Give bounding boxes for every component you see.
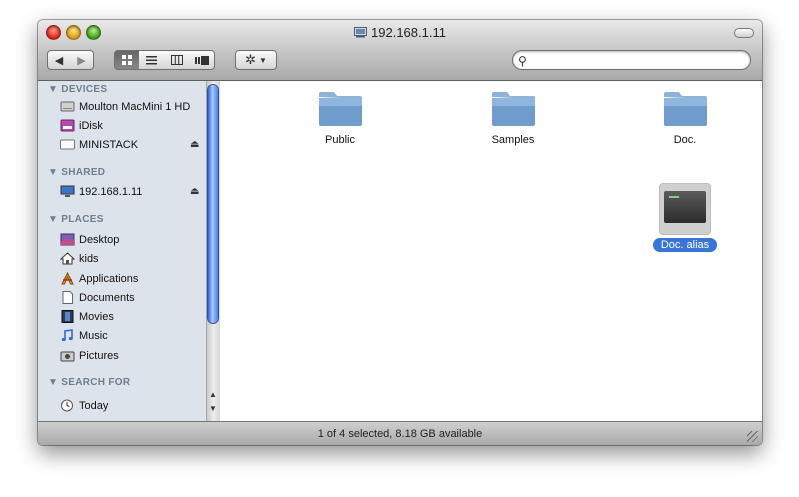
icon-view-icon	[122, 55, 132, 65]
eject-icon[interactable]: ⏏	[190, 186, 199, 197]
sidebar-item-moulton-macmini-hd[interactable]: Moulton MacMini 1 HD	[60, 98, 190, 115]
film-icon	[61, 310, 74, 323]
sidebar-item-desktop[interactable]: Desktop	[60, 231, 119, 248]
file-label: Doc.	[673, 134, 697, 146]
clock-icon	[61, 399, 73, 412]
back-button[interactable]: ◀	[47, 50, 71, 70]
list-view-button[interactable]	[139, 50, 165, 70]
gear-icon: ✲	[245, 52, 256, 67]
sidebar-item-pictures[interactable]: Pictures	[60, 347, 119, 364]
file-item-public[interactable]: Public	[285, 91, 395, 148]
toolbar-toggle-button[interactable]	[734, 28, 754, 38]
forward-arrow-icon: ▶	[77, 54, 86, 67]
toolbar: 192.168.1.11 ◀ ▶ ✲ ▼ ⚲	[38, 20, 762, 81]
document-icon	[62, 291, 73, 304]
folder-icon	[491, 92, 535, 126]
file-browser: Public Samples Doc. Doc. alias	[220, 81, 762, 421]
disclosure-triangle-icon: ▼	[48, 214, 59, 225]
back-arrow-icon: ◀	[54, 54, 64, 67]
disclosure-triangle-icon: ▼	[48, 377, 59, 388]
disclosure-triangle-icon: ▼	[48, 167, 59, 178]
scroll-down-arrow[interactable]: ▼	[208, 404, 218, 416]
sidebar-item-applications[interactable]: Applications	[60, 270, 138, 287]
folder-icon	[318, 92, 362, 126]
column-view-button[interactable]	[164, 50, 190, 70]
file-item-doc-alias[interactable]: Doc. alias	[642, 183, 728, 253]
window-title: 192.168.1.11	[38, 25, 762, 40]
chevron-down-icon: ▼	[258, 55, 267, 65]
search-icon: ⚲	[518, 54, 527, 68]
sidebar-item-documents[interactable]: Documents	[60, 289, 135, 306]
search-input[interactable]	[533, 52, 749, 69]
sidebar-section-search-for[interactable]: ▼ SEARCH FOR	[48, 377, 130, 388]
scroll-up-arrow[interactable]: ▲	[208, 390, 218, 402]
hard-disk-icon	[60, 101, 75, 112]
search-field[interactable]: ⚲	[512, 50, 751, 70]
forward-button[interactable]: ▶	[70, 50, 94, 70]
folder-icon	[663, 92, 707, 126]
file-label: Samples	[491, 134, 535, 146]
network-drive-icon	[354, 27, 368, 38]
file-item-doc[interactable]: Doc.	[630, 91, 740, 148]
terminal-alias-icon	[659, 183, 711, 235]
eject-icon[interactable]: ⏏	[190, 139, 199, 150]
disclosure-triangle-icon: ▼	[48, 84, 59, 95]
network-computer-icon	[60, 185, 75, 197]
sidebar-item-ministack[interactable]: MINISTACK	[60, 136, 138, 153]
status-bar: 1 of 4 selected, 8.18 GB available	[38, 421, 762, 445]
file-label-selected: Doc. alias	[652, 238, 718, 252]
sidebar-section-places[interactable]: ▼ PLACES	[48, 214, 104, 225]
idisk-icon	[60, 119, 75, 132]
desktop-icon	[60, 233, 75, 246]
applications-icon	[61, 272, 74, 285]
sidebar-scroll-thumb[interactable]	[208, 85, 218, 323]
list-view-icon	[146, 55, 157, 64]
camera-icon	[60, 351, 75, 362]
sidebar-item-music[interactable]: Music	[60, 327, 108, 344]
window-title-text: 192.168.1.11	[371, 25, 446, 40]
sidebar-section-shared[interactable]: ▼ SHARED	[48, 167, 105, 178]
icon-view-button[interactable]	[114, 50, 140, 70]
finder-window: 192.168.1.11 ◀ ▶ ✲ ▼ ⚲ ▼ DEVICES Moulton…	[38, 20, 762, 445]
sidebar-section-devices[interactable]: ▼ DEVICES	[48, 84, 107, 95]
file-label: Public	[325, 134, 355, 146]
resize-grip-icon[interactable]	[747, 431, 758, 442]
coverflow-view-icon	[194, 55, 209, 65]
terminal-screen	[664, 191, 706, 223]
sidebar: ▼ DEVICES Moulton MacMini 1 HD iDisk MIN…	[38, 81, 220, 421]
sidebar-item-movies[interactable]: Movies	[60, 308, 114, 325]
music-note-icon	[61, 329, 73, 342]
external-drive-icon	[60, 139, 75, 150]
file-item-samples[interactable]: Samples	[458, 91, 568, 148]
sidebar-item-kids[interactable]: kids	[60, 250, 99, 267]
sidebar-item-today[interactable]: Today	[60, 397, 108, 414]
coverflow-view-button[interactable]	[189, 50, 215, 70]
status-text: 1 of 4 selected, 8.18 GB available	[317, 428, 483, 440]
sidebar-item-192-168-1-11[interactable]: 192.168.1.11	[60, 183, 142, 200]
column-view-icon	[170, 55, 183, 65]
home-icon	[60, 252, 75, 265]
sidebar-item-idisk[interactable]: iDisk	[60, 117, 103, 134]
action-menu-button[interactable]: ✲ ▼	[235, 50, 277, 70]
